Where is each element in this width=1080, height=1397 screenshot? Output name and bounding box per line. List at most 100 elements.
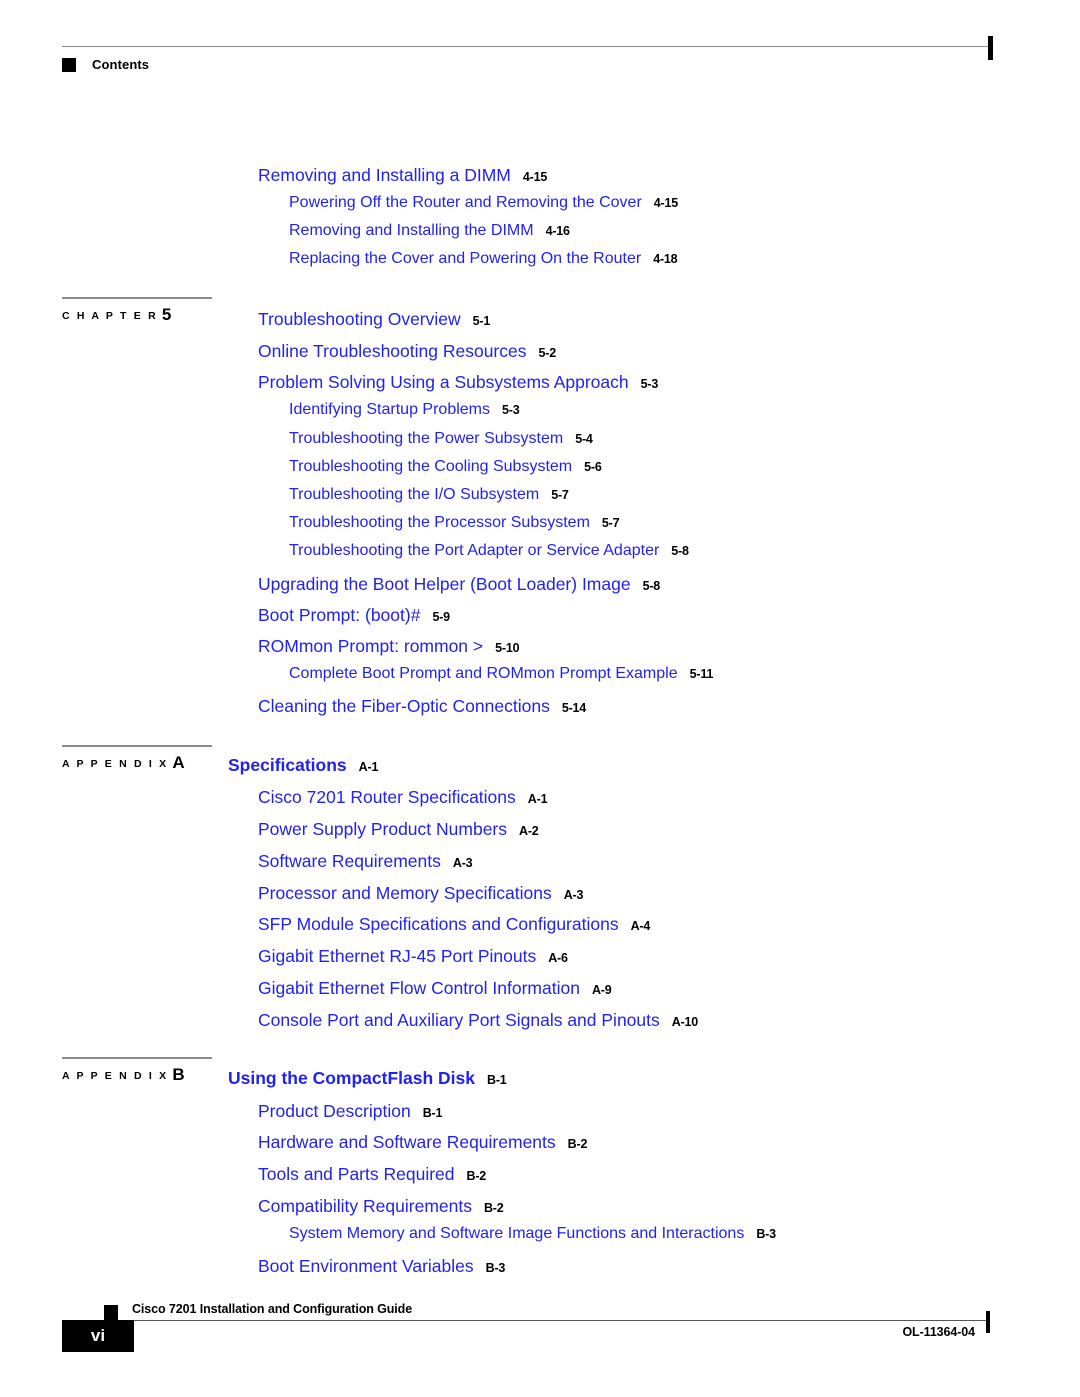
toc-entry-title[interactable]: Compatibility Requirements: [258, 1196, 472, 1216]
toc-entry-title[interactable]: Online Troubleshooting Resources: [258, 341, 527, 361]
toc-entry-page[interactable]: A-6: [548, 951, 568, 965]
toc-entry-title[interactable]: Software Requirements: [258, 851, 441, 871]
toc-entry[interactable]: Boot Environment Variables B-3: [0, 1256, 506, 1276]
toc-entry-title[interactable]: Processor and Memory Specifications: [258, 883, 552, 903]
toc-entry-page[interactable]: 4-15: [523, 170, 547, 184]
toc-entry-page[interactable]: 5-3: [502, 403, 520, 417]
toc-entry-title[interactable]: Product Description: [258, 1101, 411, 1121]
toc-entry-title[interactable]: Identifying Startup Problems: [289, 401, 490, 418]
toc-entry[interactable]: SFP Module Specifications and Configurat…: [0, 914, 651, 934]
toc-entry-page[interactable]: 5-9: [432, 610, 450, 624]
toc-entry-page[interactable]: B-1: [423, 1106, 443, 1120]
toc-entry[interactable]: Using the CompactFlash Disk B-1: [0, 1068, 507, 1088]
toc-entry[interactable]: Gigabit Ethernet Flow Control Informatio…: [0, 978, 612, 998]
toc-entry-title[interactable]: Powering Off the Router and Removing the…: [289, 194, 642, 211]
toc-entry-title[interactable]: Troubleshooting the Port Adapter or Serv…: [289, 542, 659, 559]
toc-entry[interactable]: Console Port and Auxiliary Port Signals …: [0, 1010, 698, 1030]
toc-entry-title[interactable]: Specifications: [228, 755, 347, 775]
toc-entry[interactable]: Processor and Memory Specifications A-3: [0, 883, 584, 903]
toc-entry-page[interactable]: 4-18: [653, 252, 677, 266]
toc-entry-page[interactable]: B-2: [568, 1137, 588, 1151]
toc-entry-title[interactable]: System Memory and Software Image Functio…: [289, 1225, 744, 1242]
toc-entry[interactable]: Troubleshooting the I/O Subsystem 5-7: [0, 487, 569, 503]
toc-entry[interactable]: Complete Boot Prompt and ROMmon Prompt E…: [0, 666, 713, 682]
toc-entry[interactable]: Boot Prompt: (boot)# 5-9: [0, 605, 450, 625]
toc-entry-title[interactable]: Troubleshooting the Cooling Subsystem: [289, 458, 572, 475]
toc-entry-page[interactable]: A-9: [592, 983, 612, 997]
toc-entry-page[interactable]: A-3: [564, 888, 584, 902]
toc-entry[interactable]: Cleaning the Fiber-Optic Connections 5-14: [0, 696, 586, 716]
toc-entry-page[interactable]: 4-16: [546, 224, 570, 238]
toc-entry-page[interactable]: 5-2: [539, 346, 557, 360]
toc-entry[interactable]: Removing and Installing a DIMM 4-15: [0, 165, 547, 185]
toc-entry-page[interactable]: 5-10: [495, 641, 519, 655]
toc-entry-page[interactable]: 5-14: [562, 701, 586, 715]
toc-entry-title[interactable]: Cisco 7201 Router Specifications: [258, 787, 516, 807]
toc-entry[interactable]: Troubleshooting Overview 5-1: [0, 309, 491, 329]
toc-entry[interactable]: Compatibility Requirements B-2: [0, 1196, 504, 1216]
toc-entry[interactable]: ROMmon Prompt: rommon > 5-10: [0, 636, 520, 656]
toc-entry[interactable]: Specifications A-1: [0, 755, 379, 775]
toc-entry-title[interactable]: Gigabit Ethernet RJ-45 Port Pinouts: [258, 946, 536, 966]
toc-entry[interactable]: Cisco 7201 Router Specifications A-1: [0, 787, 548, 807]
toc-entry-title[interactable]: Problem Solving Using a Subsystems Appro…: [258, 372, 629, 392]
toc-entry-page[interactable]: A-1: [528, 792, 548, 806]
toc-entry-page[interactable]: B-3: [756, 1227, 776, 1241]
toc-entry[interactable]: Replacing the Cover and Powering On the …: [0, 250, 678, 267]
toc-entry-page[interactable]: A-1: [359, 760, 379, 774]
toc-entry-page[interactable]: 4-15: [654, 196, 678, 210]
toc-entry-title[interactable]: Console Port and Auxiliary Port Signals …: [258, 1010, 660, 1030]
toc-entry-page[interactable]: 5-1: [473, 314, 491, 328]
toc-entry-page[interactable]: 5-4: [575, 432, 593, 446]
toc-entry-title[interactable]: Cleaning the Fiber-Optic Connections: [258, 696, 550, 716]
toc-entry-page[interactable]: A-10: [672, 1015, 698, 1029]
toc-entry[interactable]: Troubleshooting the Power Subsystem 5-4: [0, 431, 593, 447]
toc-entry-title[interactable]: SFP Module Specifications and Configurat…: [258, 914, 619, 934]
toc-entry[interactable]: Powering Off the Router and Removing the…: [0, 195, 678, 211]
toc-entry-page[interactable]: 5-7: [602, 516, 620, 530]
toc-entry[interactable]: Power Supply Product Numbers A-2: [0, 819, 539, 839]
toc-entry[interactable]: Removing and Installing the DIMM 4-16: [0, 223, 570, 239]
toc-entry-page[interactable]: A-2: [519, 824, 539, 838]
toc-entry-title[interactable]: Removing and Installing a DIMM: [258, 165, 511, 185]
toc-entry-page[interactable]: A-4: [631, 919, 651, 933]
toc-entry-title[interactable]: Hardware and Software Requirements: [258, 1132, 556, 1152]
toc-entry[interactable]: Tools and Parts Required B-2: [0, 1164, 487, 1184]
toc-entry-title[interactable]: Removing and Installing the DIMM: [289, 222, 534, 239]
toc-entry[interactable]: Hardware and Software Requirements B-2: [0, 1132, 588, 1152]
toc-entry-title[interactable]: Upgrading the Boot Helper (Boot Loader) …: [258, 574, 631, 594]
toc-entry[interactable]: Troubleshooting the Port Adapter or Serv…: [0, 543, 689, 559]
toc-entry[interactable]: Troubleshooting the Processor Subsystem 5…: [0, 514, 620, 531]
toc-entry-title[interactable]: Boot Prompt: (boot)#: [258, 605, 420, 625]
toc-entry-page[interactable]: B-3: [486, 1261, 506, 1275]
toc-entry[interactable]: Problem Solving Using a Subsystems Appro…: [0, 372, 659, 392]
toc-entry[interactable]: Gigabit Ethernet RJ-45 Port Pinouts A-6: [0, 946, 568, 966]
toc-entry-title[interactable]: Tools and Parts Required: [258, 1164, 455, 1184]
toc-entry-title[interactable]: ROMmon Prompt: rommon >: [258, 636, 483, 656]
toc-entry[interactable]: Online Troubleshooting Resources 5-2: [0, 341, 557, 361]
toc-entry-title[interactable]: Replacing the Cover and Powering On the …: [289, 250, 641, 267]
toc-entry[interactable]: Troubleshooting the Cooling Subsystem 5-6: [0, 459, 602, 475]
toc-entry-title[interactable]: Troubleshooting the Processor Subsystem: [289, 514, 590, 531]
toc-entry-title[interactable]: Boot Environment Variables: [258, 1256, 474, 1276]
toc-entry-page[interactable]: A-3: [453, 856, 473, 870]
toc-entry-page[interactable]: 5-3: [641, 377, 659, 391]
toc-entry[interactable]: Product Description B-1: [0, 1101, 443, 1121]
toc-entry[interactable]: Software Requirements A-3: [0, 851, 473, 871]
toc-entry-page[interactable]: B-2: [484, 1201, 504, 1215]
toc-entry-title[interactable]: Complete Boot Prompt and ROMmon Prompt E…: [289, 665, 678, 682]
toc-entry-page[interactable]: 5-7: [551, 488, 569, 502]
toc-entry-page[interactable]: B-1: [487, 1073, 507, 1087]
toc-entry-title[interactable]: Using the CompactFlash Disk: [228, 1068, 475, 1088]
toc-entry-page[interactable]: 5-11: [690, 667, 714, 681]
toc-entry-title[interactable]: Troubleshooting the I/O Subsystem: [289, 486, 539, 503]
toc-entry-title[interactable]: Gigabit Ethernet Flow Control Informatio…: [258, 978, 580, 998]
toc-entry-page[interactable]: 5-6: [584, 460, 602, 474]
toc-entry-title[interactable]: Troubleshooting the Power Subsystem: [289, 430, 563, 447]
toc-entry-page[interactable]: B-2: [467, 1169, 487, 1183]
toc-entry-title[interactable]: Power Supply Product Numbers: [258, 819, 507, 839]
toc-entry[interactable]: Upgrading the Boot Helper (Boot Loader) …: [0, 574, 660, 594]
toc-entry[interactable]: Identifying Startup Problems 5-3: [0, 401, 520, 418]
toc-entry-title[interactable]: Troubleshooting Overview: [258, 309, 461, 329]
toc-entry-page[interactable]: 5-8: [671, 544, 689, 558]
